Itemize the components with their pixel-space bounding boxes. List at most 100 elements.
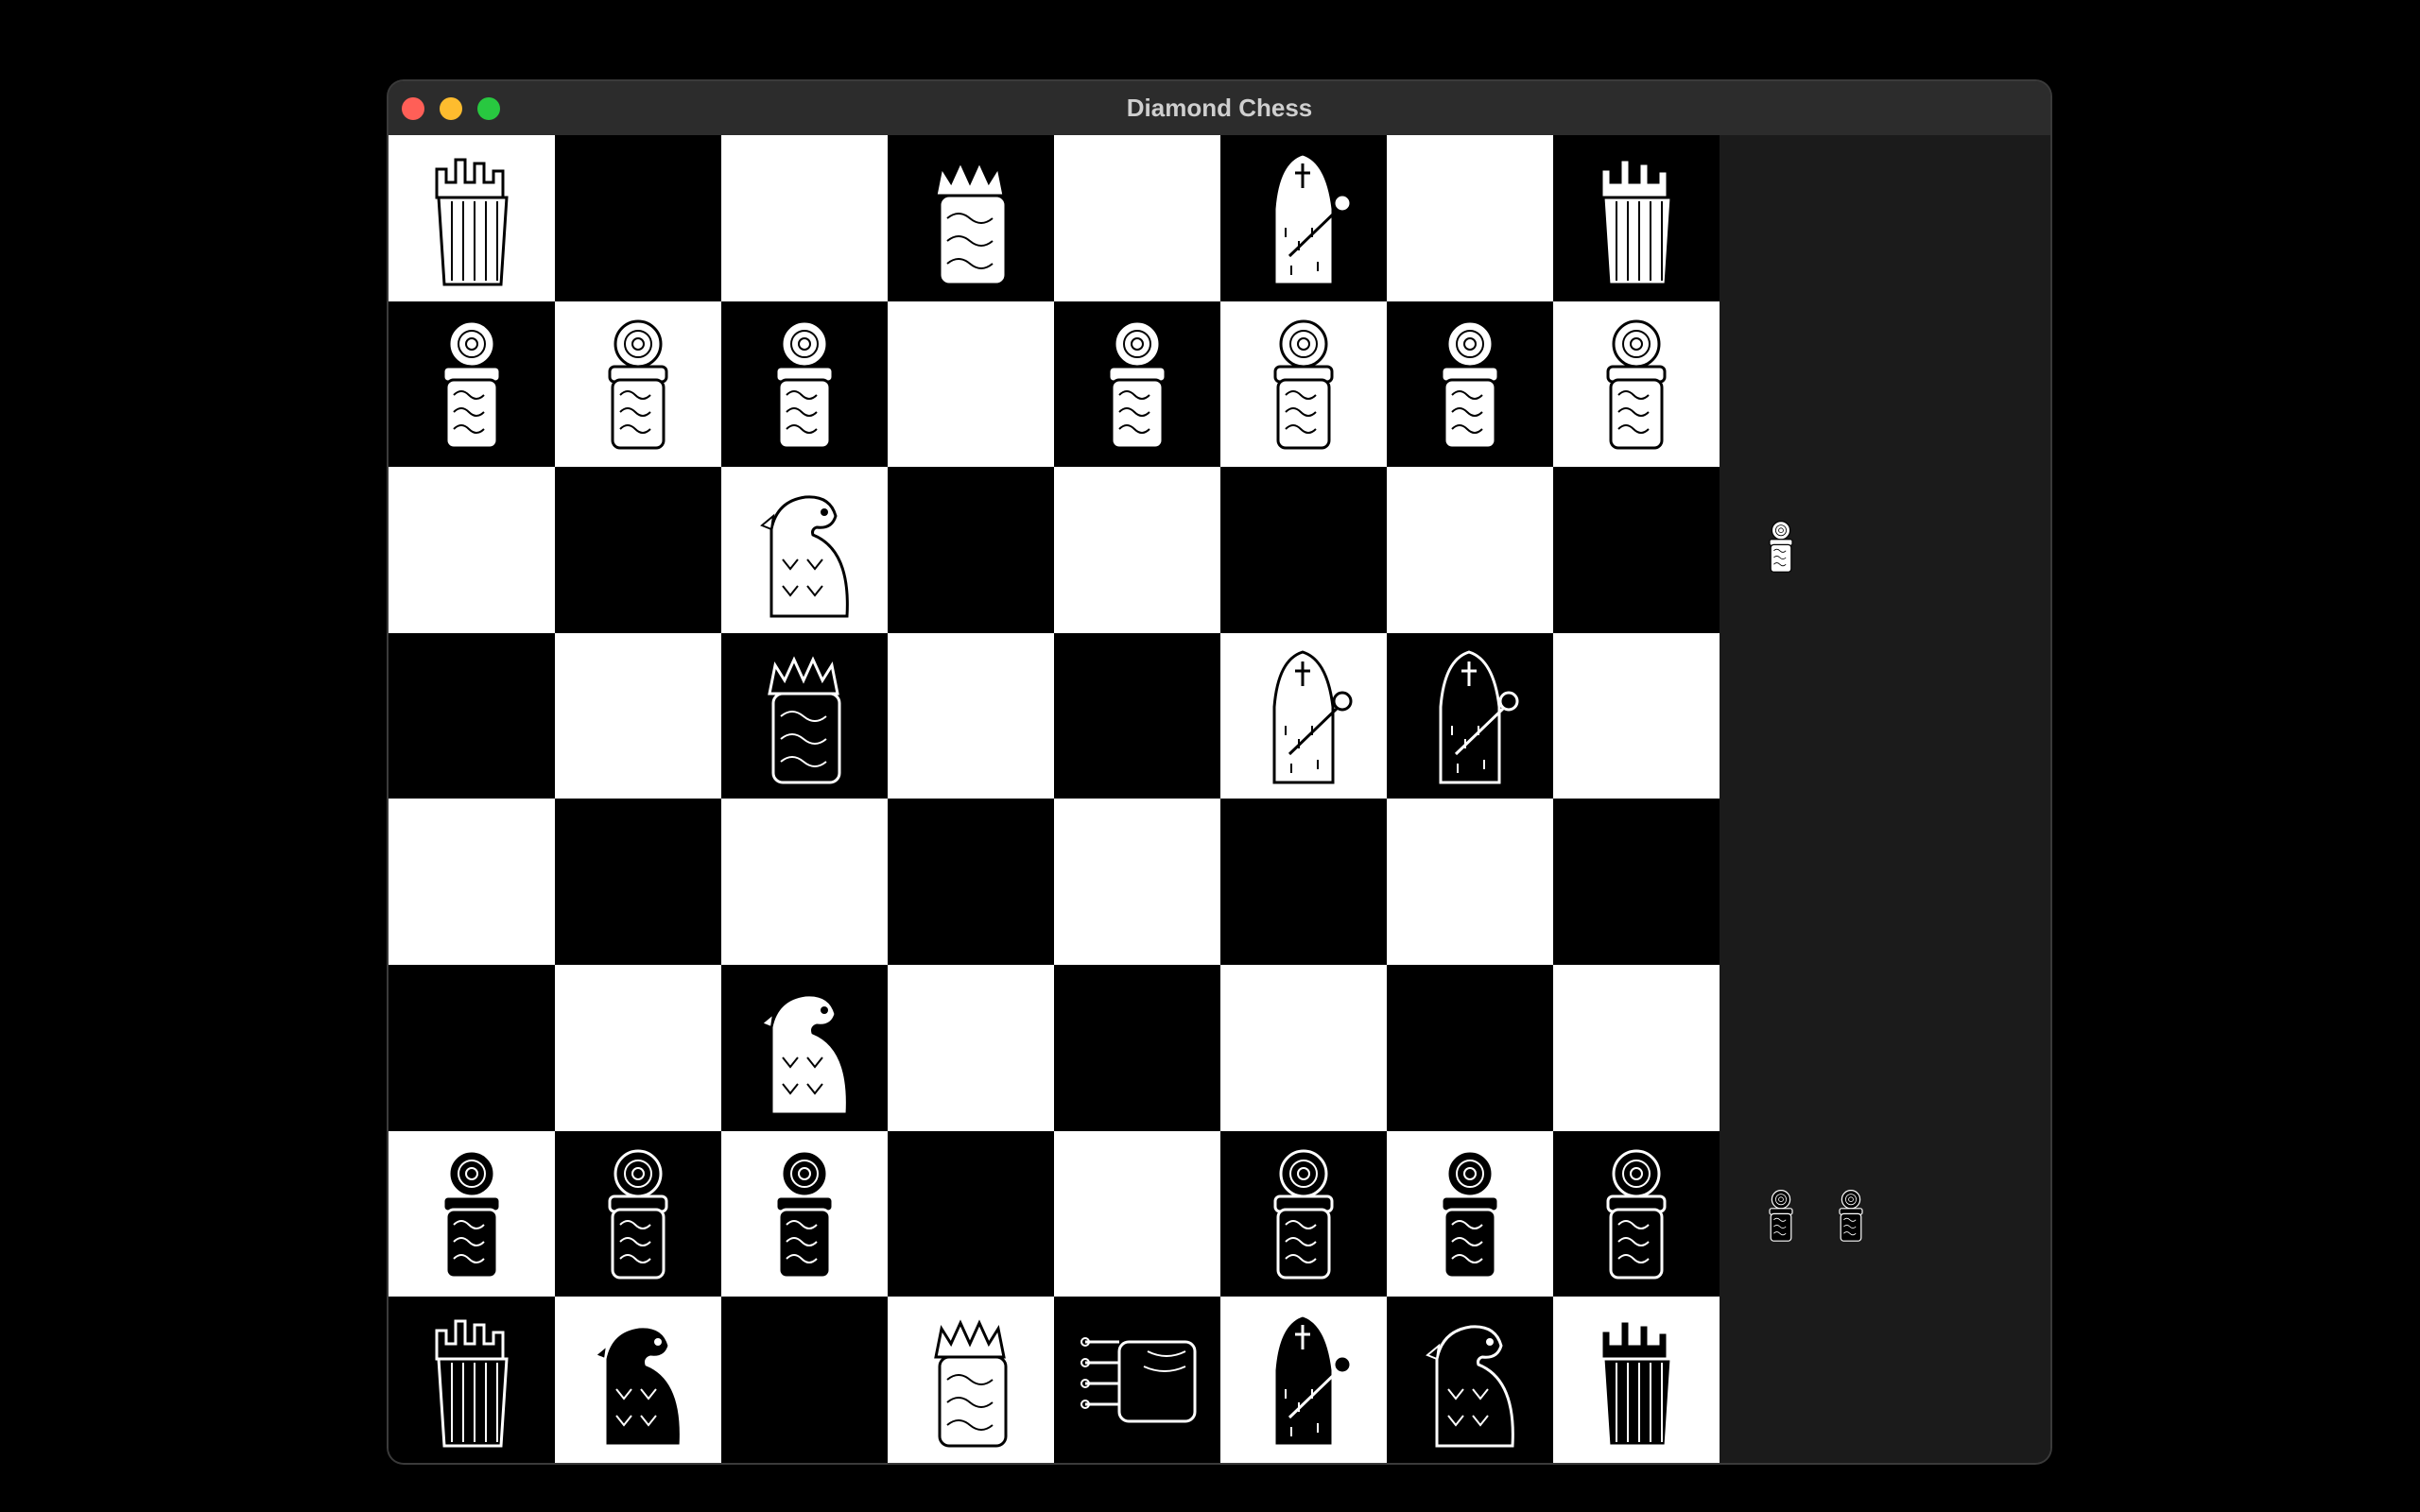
- board-square[interactable]: [1220, 135, 1387, 301]
- board-square[interactable]: [1387, 799, 1553, 965]
- board-square[interactable]: [1054, 301, 1220, 468]
- black-bishop-icon[interactable]: [1399, 641, 1541, 792]
- board-square[interactable]: [555, 467, 721, 633]
- board-square[interactable]: [721, 632, 888, 799]
- board-square[interactable]: [389, 799, 555, 965]
- black-queen-icon[interactable]: [734, 641, 875, 792]
- board-square[interactable]: [389, 632, 555, 799]
- board-square[interactable]: [888, 467, 1054, 633]
- board-square[interactable]: [1054, 135, 1220, 301]
- board-square[interactable]: [1387, 964, 1553, 1131]
- board-square[interactable]: [1387, 301, 1553, 468]
- board-square[interactable]: [555, 135, 721, 301]
- white-pawn-icon[interactable]: [1399, 308, 1541, 459]
- board-square[interactable]: [721, 964, 888, 1131]
- captured-black-pawn-icon: [1753, 1173, 1809, 1258]
- white-queen-icon[interactable]: [900, 143, 1042, 294]
- board-square[interactable]: [555, 964, 721, 1131]
- board-square[interactable]: [1553, 467, 1720, 633]
- board-square[interactable]: [1054, 964, 1220, 1131]
- white-rook-icon[interactable]: [1565, 143, 1707, 294]
- board-square[interactable]: [389, 964, 555, 1131]
- board-square[interactable]: [721, 467, 888, 633]
- black-king-icon[interactable]: [1066, 1304, 1208, 1455]
- window-title: Diamond Chess: [1126, 94, 1313, 122]
- captured-white-pawn-icon: [1753, 504, 1809, 589]
- board-square[interactable]: [1054, 1130, 1220, 1297]
- board-square[interactable]: [1054, 799, 1220, 965]
- board-square[interactable]: [1387, 632, 1553, 799]
- board-square[interactable]: [888, 799, 1054, 965]
- board-square[interactable]: [1553, 632, 1720, 799]
- white-pawn-icon[interactable]: [401, 308, 543, 459]
- board-square[interactable]: [1387, 135, 1553, 301]
- black-knight-icon[interactable]: [1399, 1304, 1541, 1455]
- white-knight-icon[interactable]: [734, 474, 875, 626]
- white-pawn-icon[interactable]: [734, 308, 875, 459]
- board-square[interactable]: [721, 301, 888, 468]
- white-pawn-icon[interactable]: [1066, 308, 1208, 459]
- board-square[interactable]: [721, 799, 888, 965]
- board-square[interactable]: [721, 1130, 888, 1297]
- board-square[interactable]: [888, 632, 1054, 799]
- board-square[interactable]: [888, 301, 1054, 468]
- board-square[interactable]: [1553, 1297, 1720, 1463]
- board-square[interactable]: [888, 1297, 1054, 1463]
- board-square[interactable]: [389, 135, 555, 301]
- chess-board[interactable]: [389, 135, 1720, 1463]
- board-square[interactable]: [1387, 1297, 1553, 1463]
- board-square[interactable]: [721, 1297, 888, 1463]
- black-rook-icon[interactable]: [1565, 1304, 1707, 1455]
- board-square[interactable]: [1220, 1297, 1387, 1463]
- board-square[interactable]: [1553, 135, 1720, 301]
- board-square[interactable]: [555, 1297, 721, 1463]
- board-square[interactable]: [1220, 632, 1387, 799]
- board-square[interactable]: [1553, 799, 1720, 965]
- black-knight-icon[interactable]: [567, 1304, 709, 1455]
- board-square[interactable]: [389, 1297, 555, 1463]
- board-square[interactable]: [1387, 1130, 1553, 1297]
- board-square[interactable]: [1553, 301, 1720, 468]
- board-square[interactable]: [1220, 301, 1387, 468]
- black-pawn-icon[interactable]: [401, 1138, 543, 1289]
- board-square[interactable]: [1220, 467, 1387, 633]
- board-square[interactable]: [389, 301, 555, 468]
- captured-black-pawn-icon: [1823, 1173, 1879, 1258]
- board-square[interactable]: [1553, 1130, 1720, 1297]
- board-square[interactable]: [555, 1130, 721, 1297]
- board-square[interactable]: [1220, 1130, 1387, 1297]
- black-pawn-icon[interactable]: [567, 1138, 709, 1289]
- board-square[interactable]: [1054, 632, 1220, 799]
- board-square[interactable]: [555, 301, 721, 468]
- white-knight-icon[interactable]: [734, 972, 875, 1124]
- board-square[interactable]: [1387, 467, 1553, 633]
- board-square[interactable]: [721, 135, 888, 301]
- title-bar[interactable]: Diamond Chess: [389, 81, 2050, 136]
- black-pawn-icon[interactable]: [1565, 1138, 1707, 1289]
- black-pawn-icon[interactable]: [1399, 1138, 1541, 1289]
- board-square[interactable]: [389, 1130, 555, 1297]
- board-square[interactable]: [888, 1130, 1054, 1297]
- white-bishop-icon[interactable]: [1233, 641, 1374, 792]
- board-square[interactable]: [1220, 799, 1387, 965]
- board-square[interactable]: [389, 467, 555, 633]
- board-square[interactable]: [555, 799, 721, 965]
- white-bishop-icon[interactable]: [1233, 143, 1374, 294]
- white-queen-icon[interactable]: [900, 1304, 1042, 1455]
- black-bishop-icon[interactable]: [1233, 1304, 1374, 1455]
- black-rook-icon[interactable]: [401, 1304, 543, 1455]
- board-square[interactable]: [1054, 1297, 1220, 1463]
- white-pawn-icon[interactable]: [567, 308, 709, 459]
- white-rook-icon[interactable]: [401, 143, 543, 294]
- board-square[interactable]: [1220, 964, 1387, 1131]
- board-square[interactable]: [1054, 467, 1220, 633]
- board-square[interactable]: [888, 964, 1054, 1131]
- board-square[interactable]: [555, 632, 721, 799]
- white-pawn-icon[interactable]: [1233, 308, 1374, 459]
- board-square[interactable]: [1553, 964, 1720, 1131]
- black-pawn-icon[interactable]: [734, 1138, 875, 1289]
- black-pawn-icon[interactable]: [1233, 1138, 1374, 1289]
- white-pawn-icon[interactable]: [1565, 308, 1707, 459]
- app-window: Diamond Chess: [389, 81, 2050, 1463]
- board-square[interactable]: [888, 135, 1054, 301]
